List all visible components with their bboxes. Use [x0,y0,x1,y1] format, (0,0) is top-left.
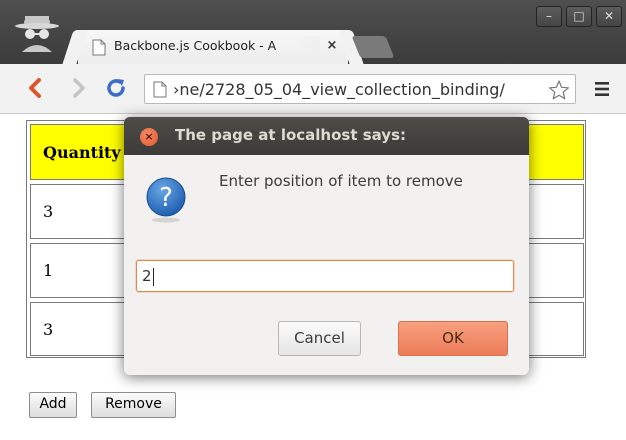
browser-toolbar: ›ne/2728_05_04_view_collection_binding/ [0,64,626,114]
window-titlebar: Backbone.js Cookbook - A × – □ ✕ [0,0,626,64]
url-text: ›ne/2728_05_04_view_collection_binding/ [173,80,505,99]
reload-icon[interactable] [104,76,128,100]
question-icon: ? [146,177,186,223]
star-icon[interactable] [548,79,570,101]
tab-title: Backbone.js Cookbook - A [114,38,277,53]
ok-button[interactable]: OK [398,321,508,356]
menu-icon[interactable] [594,81,610,97]
dialog-message: Enter position of item to remove [219,172,463,190]
prompt-dialog: × The page at localhost says: ? Enter po… [124,117,529,375]
dialog-close-icon[interactable]: × [140,128,158,146]
dialog-header: × The page at localhost says: [124,117,529,155]
remove-button[interactable]: Remove [91,392,176,418]
back-arrow-icon[interactable] [24,76,48,100]
position-input[interactable]: 2 [136,260,514,292]
page-icon [92,39,106,56]
table-cell-quantity: 1 [43,261,54,280]
address-bar[interactable]: ›ne/2728_05_04_view_collection_binding/ [144,74,576,104]
table-cell-quantity: 3 [43,202,54,221]
svg-text:?: ? [159,183,173,213]
text-caret [153,268,154,286]
close-window-button[interactable]: ✕ [596,6,622,27]
maximize-button[interactable]: □ [566,6,592,27]
tab-close-button[interactable]: × [325,38,339,54]
forward-arrow-icon[interactable] [66,76,90,100]
minimize-button[interactable]: – [536,6,562,27]
cancel-button[interactable]: Cancel [278,321,361,356]
dialog-title: The page at localhost says: [175,126,407,144]
table-cell-quantity: 3 [43,320,54,339]
add-button[interactable]: Add [29,392,77,418]
position-input-value: 2 [142,267,152,285]
page-icon [153,81,167,98]
browser-tab[interactable]: Backbone.js Cookbook - A × [78,30,348,64]
table-header-label: Quantity [43,143,121,162]
incognito-icon [15,16,59,52]
window-controls: – □ ✕ [536,6,624,28]
tab-title-fade [298,36,320,56]
